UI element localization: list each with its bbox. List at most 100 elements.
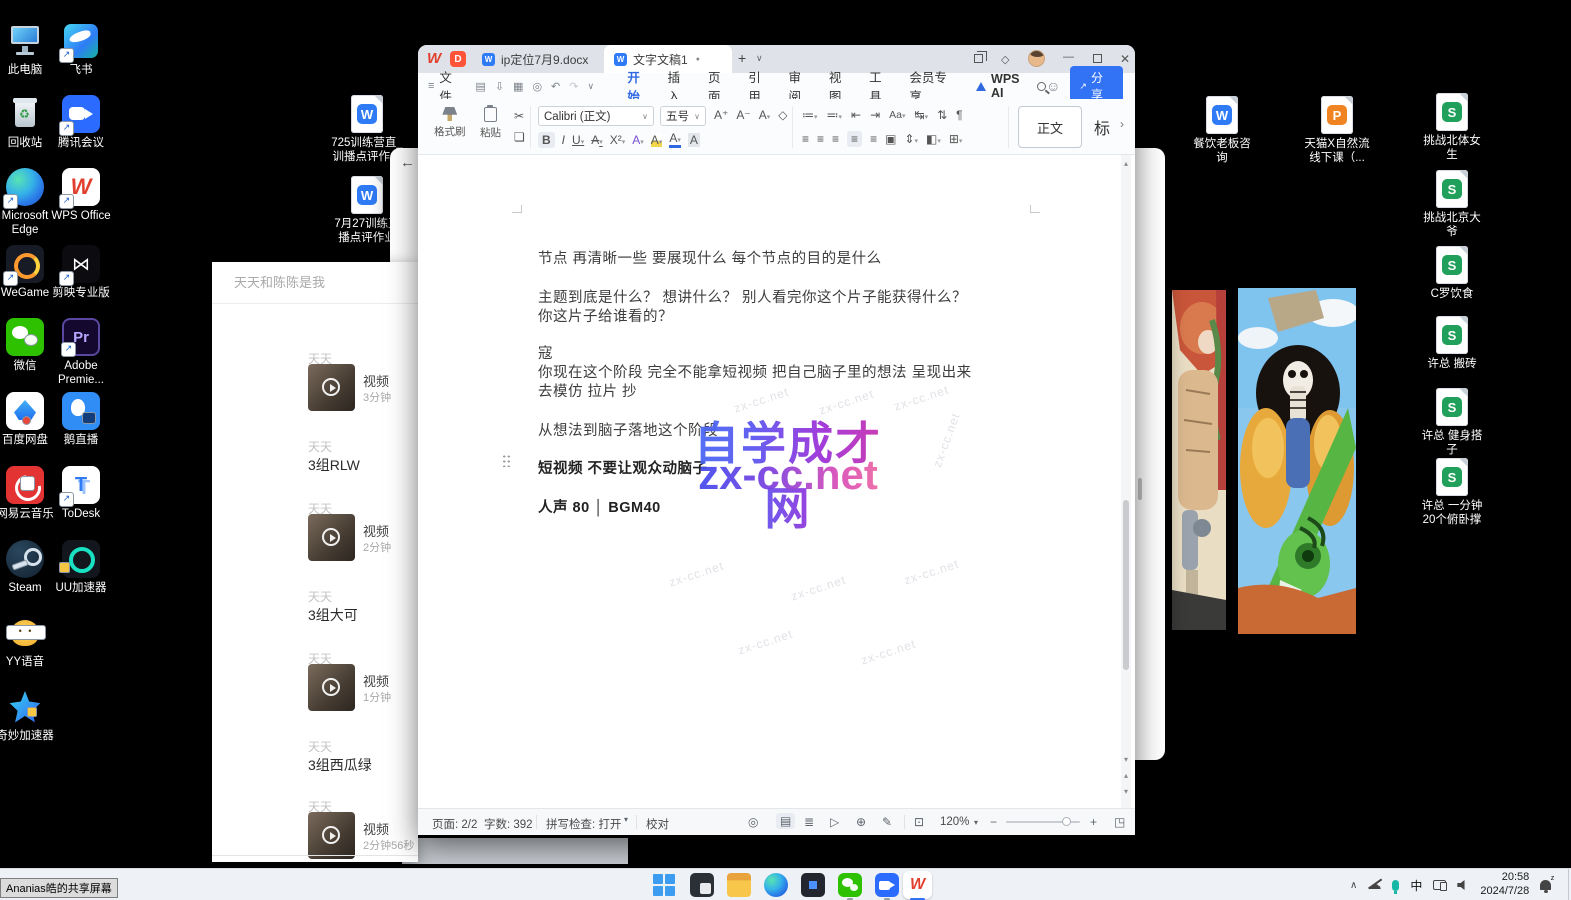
highlight-button[interactable]: A▾ [651,133,663,147]
volume-icon[interactable] [1457,880,1469,890]
align-justify-button[interactable]: ≡ [847,131,862,147]
zoom-in-icon[interactable]: + [1090,815,1097,829]
wps-ai-button[interactable]: WPS AI [976,72,1033,100]
desktop-icon-uu-booster[interactable]: UU加速器 [47,540,115,595]
spellcheck-status[interactable]: 拼写检查: 打开 [546,816,621,832]
scroll-up-icon[interactable]: ▴ [1122,159,1130,168]
onedrive-offline-icon[interactable]: ☁ [1368,877,1381,893]
wordart-button[interactable]: A▾ [632,133,644,147]
paragraph-drag-handle[interactable] [502,454,511,467]
maximize-button[interactable] [1093,54,1102,63]
font-name-select[interactable]: Calibri (正文) ∨ [538,106,654,126]
desktop-file-cluo-diet[interactable]: S C罗饮食 [1418,246,1486,301]
ime-indicator[interactable]: 中 [1410,877,1422,894]
zoom-level[interactable]: 120% [940,816,969,828]
decrease-indent-button[interactable]: ⇤ [851,108,861,122]
font-size-select[interactable]: 五号 ∨ [660,106,706,126]
desktop-file-xuzong-pushup[interactable]: S 许总 一分钟20个俯卧撑 [1418,458,1486,528]
chat-video-thumbnail[interactable] [308,812,355,859]
start-button[interactable] [652,873,676,897]
desktop-icon-feishu[interactable]: 飞书 [47,22,115,77]
tencent-meeting-taskbar-button[interactable] [875,873,899,897]
format-painter-button[interactable]: 格式刷 [434,107,466,139]
back-arrow-icon[interactable]: ← [400,154,415,171]
ink-icon[interactable]: ✎ [882,815,892,829]
paste-button[interactable]: 粘贴 [480,107,501,140]
desktop-file-xuzong-banzhuan[interactable]: S 许总 搬砖 [1418,316,1486,371]
zoom-slider-knob[interactable] [1062,817,1071,826]
numbered-list-button[interactable]: ≕▾ [827,108,843,122]
document-scrollbar[interactable]: ▴ ▾ ▴ ▾ [1121,155,1131,808]
desktop-file-tmall-ppt[interactable]: P 天猫X自然流线下课（... [1303,96,1371,166]
eye-protect-icon[interactable]: ◎ [748,815,758,829]
new-tab-button[interactable]: + [738,50,746,66]
chat-window[interactable]: 天天和陈陈是我 天天 视频 3分钟 天天 3组RLW 天天 视频 2分钟 天天 … [212,262,418,862]
desktop-icon-wps-office[interactable]: WPS Office [47,168,115,223]
show-marks-button[interactable]: ¶ [956,108,962,122]
page-view-icon[interactable]: ▤ [776,813,795,829]
scrollbar-thumb[interactable] [1123,500,1129,670]
tab-ip-doc[interactable]: W ip定位7月9.docx [472,45,600,73]
background-window-scrollbar[interactable] [1138,478,1142,500]
shading-button[interactable]: ◧▾ [926,132,941,146]
proofread-button[interactable]: 校对 [646,816,669,832]
wps-titlebar[interactable]: W D W ip定位7月9.docx W 文字文稿1 ● + ∨ ◇ — ✕ [418,45,1135,73]
save-icon[interactable]: ▤ [475,80,485,93]
borders-button[interactable]: ⊞▾ [949,132,963,146]
minimize-button[interactable]: — [1063,51,1074,63]
export-icon[interactable]: ⇩ [495,80,504,93]
style-gallery-chevron-icon[interactable]: › [1120,117,1124,131]
superscript-button[interactable]: X²▾ [610,133,626,147]
chat-video-thumbnail[interactable] [308,364,355,411]
tab-list-chevron-icon[interactable]: ∨ [756,53,763,64]
underline-button[interactable]: U▾ [572,133,584,147]
tray-expand-icon[interactable]: ∧ [1350,880,1357,891]
spellcheck-chevron-icon[interactable]: ▾ [624,815,628,824]
next-page-icon[interactable]: ▾ [1122,787,1130,796]
desktop-icon-capcut[interactable]: 剪映专业版 [47,245,115,300]
change-case-button[interactable]: Aa▾ [889,109,905,121]
style-normal[interactable]: 正文 [1018,106,1082,148]
cut-button[interactable]: ✂ [514,109,524,123]
desktop-icon-premiere[interactable]: Adobe Premie... [47,318,115,388]
grow-font-button[interactable]: A⁺ [714,108,728,122]
fullscreen-icon[interactable]: ◳ [1114,815,1125,829]
wps-taskbar-button[interactable]: W [903,871,932,899]
font-color-button[interactable]: A▾ [669,131,681,148]
search-icon[interactable] [1037,82,1046,91]
workbench-icon[interactable] [974,54,983,63]
docer-icon[interactable]: D [450,51,466,67]
previous-page-icon[interactable]: ▴ [1122,771,1130,780]
redo-icon[interactable]: ↷ [569,80,578,93]
close-button[interactable]: ✕ [1120,52,1130,66]
text-effects-button[interactable]: A▾ [759,108,771,122]
desktop-icon-elive[interactable]: 鹅直播 [47,392,115,447]
align-distribute-button[interactable]: ≡ [870,132,877,146]
user-avatar[interactable] [1028,50,1045,67]
zoom-slider[interactable] [1006,821,1080,823]
scroll-down-icon[interactable]: ▾ [1122,755,1130,764]
copy-button[interactable]: ❏ [514,130,525,144]
desktop-icon-qimiao-booster[interactable]: 奇妙加速器 [0,688,59,743]
outline-view-icon[interactable]: ≣ [804,815,814,829]
italic-button[interactable]: I [562,133,565,147]
align-right-button[interactable]: ≡ [832,132,839,146]
chat-video-thumbnail[interactable] [308,664,355,711]
notification-bell-icon[interactable]: z [1540,880,1551,890]
clock[interactable]: 20:58 2024/7/28 [1480,871,1529,899]
wechat-taskbar-button[interactable] [838,873,862,897]
microphone-icon[interactable] [1392,880,1399,891]
web-view-icon[interactable]: ⊕ [856,815,866,829]
file-explorer-button[interactable] [727,873,751,897]
char-shading-button[interactable]: A [688,133,700,147]
word-count[interactable]: 字数: 392 [484,816,533,832]
read-mode-icon[interactable]: ▷ [830,815,839,829]
desktop-icon-yy-voice[interactable]: YY语音 [0,614,59,669]
desktop-file-restaurant[interactable]: W 餐饮老板咨询 [1188,96,1256,166]
desktop-file-challenge-beijing[interactable]: S 挑战北京大爷 [1418,170,1486,240]
edge-taskbar-button[interactable] [764,873,788,897]
desktop-file-xuzong-fitness[interactable]: S 许总 健身搭子 [1418,388,1486,458]
chat-video-thumbnail[interactable] [308,514,355,561]
desktop-icon-todesk[interactable]: ToDesk [47,466,115,521]
style-heading-partial[interactable]: 标 [1094,115,1110,139]
